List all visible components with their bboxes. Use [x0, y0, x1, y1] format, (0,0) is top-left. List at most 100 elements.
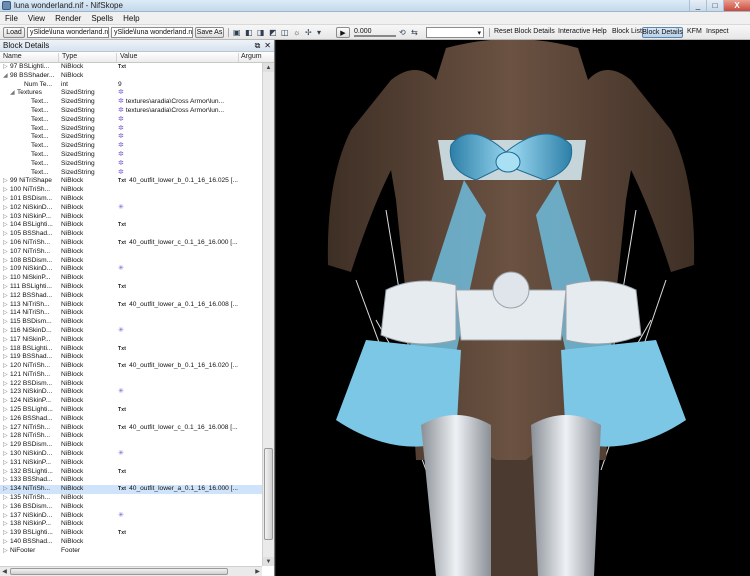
- expand-icon[interactable]: ▷: [3, 327, 10, 336]
- tree-row[interactable]: ▷ 120 NiTriSh... NiBlock Txt 40_outfit_lower…: [0, 362, 262, 371]
- tree-row[interactable]: Text... SizedString ✲: [0, 151, 262, 160]
- load-path-field[interactable]: ySlide\luna wonderland.nif: [27, 27, 109, 38]
- expand-icon[interactable]: ▷: [3, 318, 10, 327]
- loop-icon[interactable]: ⟲: [399, 28, 406, 37]
- tree-row[interactable]: ▷ 137 NiSkinD... NiBlock ✳: [0, 512, 262, 521]
- collapse-icon[interactable]: ◢: [10, 89, 17, 98]
- tree-row[interactable]: ▷ 131 NiSkinP... NiBlock: [0, 459, 262, 468]
- expand-icon[interactable]: ▷: [3, 503, 10, 512]
- tree-row[interactable]: ▷ 105 BSShad... NiBlock: [0, 230, 262, 239]
- wire-icon[interactable]: ◫: [281, 28, 289, 37]
- expand-icon[interactable]: ▷: [3, 362, 10, 371]
- tree-row[interactable]: ▷ 104 BSLighti... NiBlock Txt: [0, 221, 262, 230]
- expand-icon[interactable]: ▷: [3, 494, 10, 503]
- tree-row[interactable]: ▷ 117 NiSkinP... NiBlock: [0, 336, 262, 345]
- view-front-icon[interactable]: ◧: [245, 28, 253, 37]
- expand-icon[interactable]: ▷: [3, 371, 10, 380]
- tree-row[interactable]: Text... SizedString ✲: [0, 169, 262, 178]
- tree-row[interactable]: ▷ 106 NiTriSh... NiBlock Txt 40_outfit_lower…: [0, 239, 262, 248]
- tree-row[interactable]: ▷ 119 BSShad... NiBlock: [0, 353, 262, 362]
- expand-icon[interactable]: ▷: [3, 468, 10, 477]
- tree-row[interactable]: ▷ 124 NiSkinP... NiBlock: [0, 397, 262, 406]
- play-button[interactable]: ▶: [336, 27, 350, 38]
- tree-row[interactable]: ◢ Textures SizedString ✲: [0, 89, 262, 98]
- tree-row[interactable]: ▷ NiFooter Footer: [0, 547, 262, 556]
- tree-row[interactable]: ▷ 110 NiSkinP... NiBlock: [0, 274, 262, 283]
- vertical-scrollbar[interactable]: ▲ ▼: [262, 63, 274, 566]
- axes-icon[interactable]: ✢: [305, 28, 312, 37]
- column-name[interactable]: Name: [3, 53, 22, 60]
- tree-row[interactable]: Text... SizedString ✲: [0, 133, 262, 142]
- expand-icon[interactable]: ▷: [3, 195, 10, 204]
- expand-icon[interactable]: ▷: [3, 520, 10, 529]
- reset-block-details-button[interactable]: Reset Block Details: [494, 28, 555, 35]
- tree-row[interactable]: ▷ 132 BSLighti... NiBlock Txt: [0, 468, 262, 477]
- column-divider[interactable]: [238, 53, 239, 62]
- save-as-button[interactable]: Save As: [195, 27, 224, 38]
- save-path-field[interactable]: ySlide\luna wonderland.nif: [111, 27, 193, 38]
- tree-row[interactable]: ▷ 102 NiSkinD... NiBlock ✳: [0, 204, 262, 213]
- kfm-button[interactable]: KFM: [687, 28, 702, 35]
- menu-file[interactable]: File: [0, 14, 23, 23]
- tree-row[interactable]: ▷ 99 NiTriShape NiBlock Txt 40_outfit_lower_…: [0, 177, 262, 186]
- column-divider[interactable]: [116, 53, 117, 62]
- expand-icon[interactable]: ▷: [3, 450, 10, 459]
- expand-icon[interactable]: ▷: [3, 512, 10, 521]
- tree-row[interactable]: Text... SizedString ✲: [0, 142, 262, 151]
- expand-icon[interactable]: ▷: [3, 265, 10, 274]
- tree-row[interactable]: ▷ 126 BSShad... NiBlock: [0, 415, 262, 424]
- tree-row[interactable]: ▷ 100 NiTriSh... NiBlock: [0, 186, 262, 195]
- scroll-right-icon[interactable]: ▶: [253, 567, 262, 576]
- expand-icon[interactable]: ▷: [3, 441, 10, 450]
- expand-icon[interactable]: ▷: [3, 485, 10, 494]
- tree-row[interactable]: ▷ 136 BSDism... NiBlock: [0, 503, 262, 512]
- expand-icon[interactable]: ▷: [3, 529, 10, 538]
- expand-icon[interactable]: ▷: [3, 353, 10, 362]
- tree-row[interactable]: Text... SizedString ✲ textures\aradia\Cross…: [0, 98, 262, 107]
- tree-row[interactable]: Num Te... int 9: [0, 81, 262, 90]
- block-list-button[interactable]: Block List: [612, 28, 642, 35]
- tree-row[interactable]: ▷ 122 BSDism... NiBlock: [0, 380, 262, 389]
- view-top-icon[interactable]: ▣: [233, 28, 241, 37]
- time-slider[interactable]: [354, 35, 396, 37]
- expand-icon[interactable]: ▷: [3, 177, 10, 186]
- expand-icon[interactable]: ▷: [3, 336, 10, 345]
- scroll-up-icon[interactable]: ▲: [263, 63, 274, 72]
- scroll-thumb[interactable]: [264, 448, 273, 540]
- expand-icon[interactable]: ▷: [3, 388, 10, 397]
- horizontal-scrollbar[interactable]: ◀ ▶: [0, 566, 262, 576]
- column-divider[interactable]: [58, 53, 59, 62]
- tree-row[interactable]: ▷ 134 NiTriSh... NiBlock Txt 40_outfit_lower…: [0, 485, 262, 495]
- expand-icon[interactable]: ▷: [3, 204, 10, 213]
- expand-icon[interactable]: ▷: [3, 221, 10, 230]
- tree-row[interactable]: ▷ 97 BSLighti... NiBlock Txt: [0, 63, 262, 72]
- tree-row[interactable]: ▷ 101 BSDism... NiBlock: [0, 195, 262, 204]
- tree-row[interactable]: ▷ 127 NiTriSh... NiBlock Txt 40_outfit_lower…: [0, 424, 262, 433]
- expand-icon[interactable]: ▷: [3, 476, 10, 485]
- collapse-icon[interactable]: ◢: [3, 72, 10, 81]
- tree-row[interactable]: Text... SizedString ✲: [0, 160, 262, 169]
- view-user-icon[interactable]: ◩: [269, 28, 277, 37]
- tree-row[interactable]: ▷ 114 NiTriSh... NiBlock: [0, 309, 262, 318]
- expand-icon[interactable]: ▷: [3, 547, 10, 556]
- expand-icon[interactable]: ▷: [3, 274, 10, 283]
- column-argument[interactable]: Argum: [241, 53, 262, 60]
- expand-icon[interactable]: ▷: [3, 230, 10, 239]
- minimize-button[interactable]: _: [689, 0, 706, 11]
- tree-row[interactable]: ▷ 138 NiSkinP... NiBlock: [0, 520, 262, 529]
- close-button[interactable]: X: [723, 0, 750, 11]
- animation-select[interactable]: ▾: [426, 27, 484, 38]
- expand-icon[interactable]: ▷: [3, 459, 10, 468]
- tree-row[interactable]: ◢ 98 BSShader... NiBlock: [0, 72, 262, 81]
- block-details-button[interactable]: Block Details: [642, 27, 683, 38]
- expand-icon[interactable]: ▷: [3, 63, 10, 72]
- tree-row[interactable]: ▷ 129 BSDism... NiBlock: [0, 441, 262, 450]
- column-type[interactable]: Type: [62, 53, 77, 60]
- expand-icon[interactable]: ▷: [3, 186, 10, 195]
- tree-row[interactable]: ▷ 123 NiSkinD... NiBlock ✳: [0, 388, 262, 397]
- tree-row[interactable]: ▷ 103 NiSkinP... NiBlock: [0, 213, 262, 222]
- tree-row[interactable]: ▷ 130 NiSkinD... NiBlock ✳: [0, 450, 262, 459]
- render-viewport[interactable]: [276, 40, 750, 576]
- maximize-button[interactable]: □: [706, 0, 723, 11]
- tree-row[interactable]: ▷ 111 BSLighti... NiBlock Txt: [0, 283, 262, 292]
